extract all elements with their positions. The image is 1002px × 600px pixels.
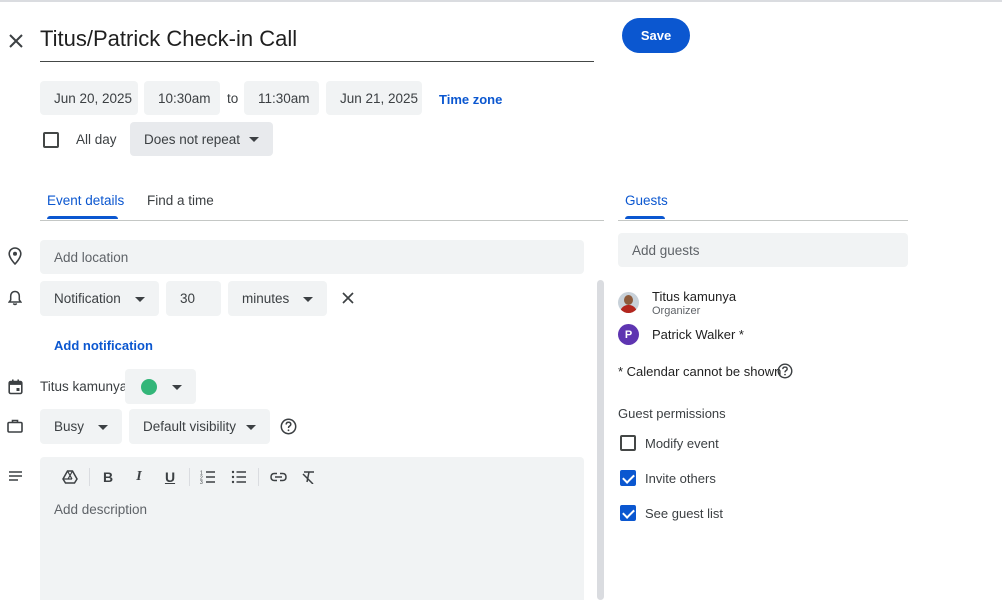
guest-permissions-title: Guest permissions	[618, 406, 726, 421]
invite-others-checkbox[interactable]	[620, 470, 636, 486]
end-time-value: 11:30am	[258, 90, 310, 106]
calendar-color-dropdown[interactable]	[125, 369, 196, 404]
start-time-value: 10:30am	[158, 90, 211, 106]
end-time-field[interactable]: 11:30am	[244, 81, 319, 115]
save-button-label: Save	[640, 28, 672, 43]
busy-value: Busy	[54, 419, 85, 434]
all-day-checkbox[interactable]	[43, 132, 59, 148]
drive-attach-icon[interactable]	[59, 466, 81, 488]
busy-dropdown[interactable]: Busy	[40, 409, 122, 444]
start-time-field[interactable]: 10:30am	[144, 81, 220, 115]
notification-type-dropdown[interactable]: Notification	[40, 281, 159, 316]
event-title-input[interactable]: Titus/Patrick Check-in Call	[40, 24, 594, 62]
add-guests-placeholder: Add guests	[632, 242, 700, 258]
guest-name: Titus kamunya	[652, 289, 737, 304]
repeat-value: Does not repeat	[144, 131, 241, 147]
guest-role: Organizer	[652, 305, 701, 317]
save-button[interactable]: Save	[622, 18, 690, 53]
add-guests-input[interactable]: Add guests	[618, 233, 908, 267]
avatar	[618, 292, 639, 313]
visibility-dropdown[interactable]: Default visibility	[129, 409, 270, 444]
briefcase-icon	[5, 416, 25, 436]
avatar: P	[618, 324, 639, 345]
close-icon[interactable]	[5, 30, 27, 52]
notification-unit-value: minutes	[242, 291, 290, 306]
notification-type-value: Notification	[54, 291, 121, 306]
calendar-note: * Calendar cannot be shown	[618, 364, 782, 379]
all-day-label: All day	[76, 132, 117, 147]
end-date-field[interactable]: Jun 21, 2025	[326, 81, 422, 115]
underline-icon[interactable]: U	[159, 466, 181, 488]
toolbar-separator	[189, 468, 190, 486]
numbered-list-icon[interactable]: 123	[197, 466, 219, 488]
tabs-divider	[40, 220, 604, 221]
location-pin-icon	[5, 246, 25, 266]
tab-event-details[interactable]: Event details	[47, 193, 124, 208]
description-placeholder: Add description	[54, 502, 148, 517]
help-icon[interactable]	[279, 417, 297, 435]
end-date-value: Jun 21, 2025	[340, 90, 419, 106]
visibility-value: Default visibility	[143, 419, 237, 434]
bell-icon	[5, 288, 25, 308]
description-lines-icon	[5, 466, 25, 486]
details-scrollbar[interactable]	[597, 280, 604, 600]
tab-find-a-time[interactable]: Find a time	[147, 193, 214, 208]
event-title-text: Titus/Patrick Check-in Call	[40, 26, 298, 51]
toolbar-separator	[89, 468, 90, 486]
svg-text:3: 3	[200, 480, 203, 484]
clear-formatting-icon[interactable]	[298, 466, 320, 488]
bold-icon[interactable]: B	[97, 466, 119, 488]
tab-guests[interactable]: Guests	[625, 193, 668, 208]
location-placeholder: Add location	[54, 249, 129, 265]
toolbar-separator	[258, 468, 259, 486]
notification-amount-value: 30	[180, 291, 196, 306]
to-label: to	[227, 91, 239, 106]
start-date-field[interactable]: Jun 20, 2025	[40, 81, 138, 115]
time-zone-link[interactable]: Time zone	[439, 92, 502, 107]
italic-icon[interactable]: I	[128, 466, 150, 488]
see-guest-list-label: See guest list	[645, 506, 724, 521]
invite-others-label: Invite others	[645, 471, 716, 486]
guests-tabs-divider	[618, 220, 908, 221]
calendar-color-swatch	[141, 379, 157, 395]
start-date-value: Jun 20, 2025	[54, 90, 133, 106]
help-icon[interactable]	[776, 362, 794, 380]
repeat-dropdown[interactable]: Does not repeat	[130, 122, 273, 156]
calendar-icon	[5, 377, 25, 397]
modify-event-checkbox[interactable]	[620, 435, 636, 451]
avatar-initial: P	[624, 328, 633, 341]
bulleted-list-icon[interactable]	[228, 466, 250, 488]
modify-event-label: Modify event	[645, 436, 719, 451]
link-icon[interactable]	[267, 466, 289, 488]
guest-name: Patrick Walker *	[652, 327, 744, 342]
remove-notification-icon[interactable]	[337, 287, 359, 309]
guests-tab-indicator	[625, 216, 665, 219]
see-guest-list-checkbox[interactable]	[620, 505, 636, 521]
calendar-owner-label: Titus kamunya	[40, 379, 128, 394]
tab-active-indicator	[47, 216, 118, 219]
add-notification-link[interactable]: Add notification	[54, 338, 153, 353]
notification-unit-dropdown[interactable]: minutes	[228, 281, 327, 316]
location-input[interactable]: Add location	[40, 240, 584, 274]
window-top-border	[0, 0, 1002, 2]
notification-amount-input[interactable]: 30	[166, 281, 221, 316]
